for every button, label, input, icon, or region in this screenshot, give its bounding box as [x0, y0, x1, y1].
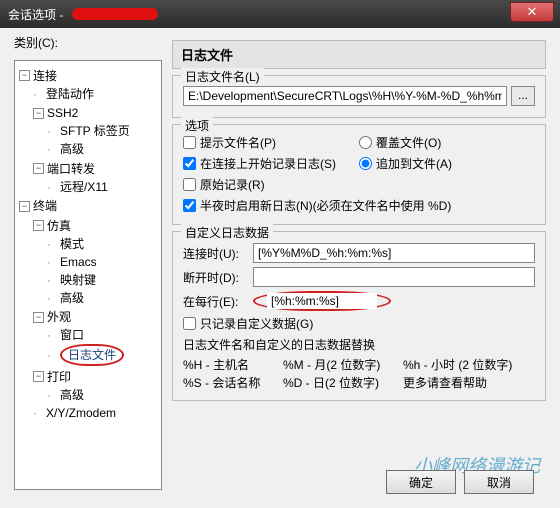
- tree-node-ssh2[interactable]: SSH2: [47, 104, 78, 122]
- only-custom-checkbox[interactable]: [183, 317, 196, 330]
- dialog-content: −连接 ·登陆动作 −SSH2 ·SFTP 标签页 ·高级 −端口转发 ·远程/…: [0, 28, 560, 508]
- cancel-button[interactable]: 取消: [464, 470, 534, 494]
- group-custom-legend: 自定义日志数据: [181, 224, 273, 241]
- tree-node-remote[interactable]: 远程/X11: [60, 178, 108, 196]
- category-tree[interactable]: −连接 ·登陆动作 −SSH2 ·SFTP 标签页 ·高级 −端口转发 ·远程/…: [14, 60, 162, 490]
- overwrite-label: 覆盖文件(O): [376, 134, 441, 151]
- tree-node-connection[interactable]: 连接: [33, 67, 57, 85]
- panel-title: 日志文件: [172, 40, 546, 69]
- window-close-button[interactable]: ✕: [510, 2, 554, 22]
- tree-node-adv3[interactable]: 高级: [60, 386, 84, 404]
- logfilename-input[interactable]: [183, 86, 507, 106]
- on-disconnect-input[interactable]: [253, 267, 535, 287]
- browse-button[interactable]: ...: [511, 86, 535, 106]
- tree-node-logfile-selected[interactable]: 日志文件: [60, 344, 124, 366]
- tree-node-zmodem[interactable]: X/Y/Zmodem: [46, 404, 116, 422]
- group-options-legend: 选项: [181, 117, 213, 134]
- group-custom: 自定义日志数据 连接时(U): 断开时(D): 在每行(E): 只记录自定义数据…: [172, 231, 546, 401]
- tree-node-terminal[interactable]: 终端: [33, 197, 57, 215]
- dialog-buttons: 确定 取消: [386, 470, 534, 494]
- tree-toggle-icon[interactable]: −: [33, 371, 44, 382]
- midnight-log-label: 半夜时启用新日志(N)(必须在文件名中使用 %D): [200, 197, 451, 214]
- midnight-log-checkbox[interactable]: [183, 199, 196, 212]
- append-label: 追加到文件(A): [376, 155, 452, 172]
- tree-node-emacs[interactable]: Emacs: [60, 253, 97, 271]
- group-options: 选项 提示文件名(P) 覆盖文件(O) 在连接上开始记录日志(S) 追加到文件(…: [172, 124, 546, 225]
- subst-header: 日志文件名和自定义的日志数据替换: [183, 336, 535, 354]
- window-title: 会话选项 -: [8, 6, 63, 23]
- on-connect-label: 连接时(U):: [183, 245, 253, 262]
- tree-node-appearance[interactable]: 外观: [47, 308, 71, 326]
- tree-node-advanced[interactable]: 高级: [60, 140, 84, 158]
- raw-log-checkbox[interactable]: [183, 178, 196, 191]
- each-line-label: 在每行(E):: [183, 293, 253, 310]
- append-radio[interactable]: [359, 157, 372, 170]
- close-icon: ✕: [527, 4, 538, 19]
- substitution-help: 日志文件名和自定义的日志数据替换 %H - 主机名%M - 月(2 位数字)%h…: [183, 336, 535, 392]
- each-line-highlight: [253, 291, 391, 311]
- tree-node-mapkeys[interactable]: 映射键: [60, 271, 96, 289]
- tree-node-sftp[interactable]: SFTP 标签页: [60, 122, 130, 140]
- group-filename: 日志文件名(L) ...: [172, 75, 546, 118]
- tree-node-mode[interactable]: 模式: [60, 235, 84, 253]
- tree-toggle-icon[interactable]: −: [19, 70, 30, 81]
- each-line-input[interactable]: [267, 293, 377, 309]
- tree-toggle-icon[interactable]: −: [33, 108, 44, 119]
- ok-button[interactable]: 确定: [386, 470, 456, 494]
- titlebar: 会话选项 - ✕: [0, 0, 560, 28]
- tree-toggle-icon[interactable]: −: [33, 220, 44, 231]
- tree-node-portfwd[interactable]: 端口转发: [47, 160, 95, 178]
- tree-node-window[interactable]: 窗口: [60, 326, 84, 344]
- start-on-connect-checkbox[interactable]: [183, 157, 196, 170]
- tree-node-emulation[interactable]: 仿真: [47, 217, 71, 235]
- only-custom-label: 只记录自定义数据(G): [200, 315, 313, 332]
- tree-node-login[interactable]: 登陆动作: [46, 85, 94, 103]
- overwrite-radio[interactable]: [359, 136, 372, 149]
- tree-toggle-icon[interactable]: −: [33, 312, 44, 323]
- tree-toggle-icon[interactable]: −: [33, 163, 44, 174]
- prompt-filename-checkbox[interactable]: [183, 136, 196, 149]
- redaction-mark: [72, 8, 158, 20]
- settings-panel: 日志文件 日志文件名(L) ... 选项 提示文件名(P) 覆盖文件(O) 在连…: [172, 40, 546, 454]
- start-on-connect-label: 在连接上开始记录日志(S): [200, 155, 336, 172]
- category-label: 类别(C):: [14, 34, 58, 51]
- raw-log-label: 原始记录(R): [200, 176, 265, 193]
- tree-toggle-icon[interactable]: −: [19, 201, 30, 212]
- prompt-filename-label: 提示文件名(P): [200, 134, 276, 151]
- on-connect-input[interactable]: [253, 243, 535, 263]
- group-filename-legend: 日志文件名(L): [181, 68, 264, 85]
- tree-node-adv2[interactable]: 高级: [60, 289, 84, 307]
- tree-node-print[interactable]: 打印: [47, 368, 71, 386]
- on-disconnect-label: 断开时(D):: [183, 269, 253, 286]
